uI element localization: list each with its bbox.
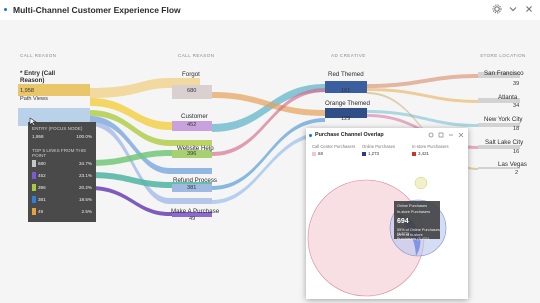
popup-title: Purchase Channel Overlap (315, 132, 384, 138)
legend-call-center: Call Center Purchasers 68 (312, 144, 356, 156)
legend-online: Online Purchases 1,273 (362, 144, 396, 156)
entry-value: 1,958 (20, 88, 34, 94)
legend-value: 3,421 (418, 151, 429, 156)
tooltip-focus-pct: 100.0% (76, 134, 92, 139)
legend-value-row: 68 (312, 151, 323, 156)
ribbon-orange-nyc[interactable] (367, 110, 478, 127)
node-forgot-label[interactable]: Forgot (182, 71, 200, 78)
node-forgot-value: 680 (187, 88, 197, 94)
venn-tip-line2: In-store Purchasers (397, 210, 431, 214)
minimize-icon[interactable] (448, 132, 454, 138)
popup-toolbar (428, 132, 464, 138)
tooltip-link-row: 680 34.7% (32, 160, 94, 168)
legend-label: Call Center Purchasers (312, 144, 356, 149)
entry-tooltip: ENTRY (FOCUS NODE) 1,958 100.0% TOP 5 LI… (28, 122, 96, 222)
venn-tip-value: 694 (397, 218, 409, 225)
tooltip-link-row: 49 2.5% (32, 208, 94, 216)
tooltip-swatch (32, 184, 36, 191)
node-customer-label[interactable]: Customer (181, 113, 208, 120)
venn-circle-callcenter[interactable] (414, 176, 428, 190)
legend-value-row: 3,421 (412, 151, 429, 156)
legend-value-row: 1,273 (362, 151, 379, 156)
node-customer-value: 452 (187, 122, 197, 128)
entry-node-label[interactable]: * Entry (Call Reason) (20, 70, 55, 84)
legend-swatch (362, 151, 366, 156)
tooltip-link-value: 452 (38, 173, 46, 178)
node-slc-label[interactable]: Salt Lake City (485, 139, 523, 146)
tooltip-swatch (32, 172, 36, 179)
tooltip-focus-value: 1,958 (32, 134, 44, 139)
tooltip-link-value: 396 (38, 185, 46, 190)
venn-diagram (307, 176, 447, 297)
node-nyc-label[interactable]: New York City (484, 116, 523, 123)
tooltip-link-pct: 20.2% (78, 185, 92, 190)
legend-instore: In-store Purchasers 3,421 (412, 144, 449, 156)
legend-label: In-store Purchasers (412, 144, 449, 149)
node-orangethemed-value: 129 (341, 116, 351, 122)
venn-popup: Purchase Channel Overlap Call Center Pur… (306, 128, 468, 299)
node-sf-label[interactable]: San Francisco (484, 70, 524, 77)
legend-swatch (312, 151, 316, 156)
venn-tooltip: Online Purchases In-store Purchasers 694… (394, 201, 440, 241)
node-atlanta-value: 34 (513, 103, 520, 109)
entry-sublabel: Path Views (20, 96, 48, 102)
ribbon-red-sf[interactable] (367, 74, 478, 88)
node-purchase-value: 49 (189, 216, 196, 222)
close-icon[interactable] (458, 132, 464, 138)
node-websitehelp-value: 396 (187, 151, 197, 157)
venn-tip-line1: Online Purchases (397, 204, 427, 208)
tooltip-link-row: 452 23.1% (32, 172, 94, 180)
tooltip-section-title: TOP 5 LINKS FROM THIS POINT (32, 148, 87, 158)
node-vegas-value: 2 (515, 170, 519, 176)
node-refund-value: 381 (187, 185, 197, 191)
tooltip-link-row: 396 20.2% (32, 184, 94, 192)
tooltip-link-pct: 19.5% (78, 197, 92, 202)
legend-swatch (412, 151, 416, 156)
node-refund-label[interactable]: Refund Process (173, 177, 217, 184)
tooltip-link-pct: 2.5% (81, 209, 92, 214)
gear-icon[interactable] (428, 132, 434, 138)
node-redthemed-label[interactable]: Red Themed (328, 71, 364, 78)
node-vegas-label[interactable]: Las Vegas (498, 161, 527, 168)
tooltip-link-value: 381 (38, 197, 46, 202)
tooltip-link-value: 680 (38, 161, 46, 166)
node-slc-value: 16 (513, 149, 520, 155)
node-sf-value: 39 (513, 81, 520, 87)
tooltip-swatch (32, 160, 36, 167)
legend-value: 68 (318, 151, 323, 156)
legend-label: Online Purchases (362, 144, 396, 149)
node-orangethemed-label[interactable]: Orange Themed (325, 100, 370, 107)
tooltip-link-value: 49 (38, 209, 44, 214)
tooltip-header: ENTRY (FOCUS NODE) (32, 126, 83, 131)
entry-label-line1: * Entry (Call (20, 70, 56, 77)
tooltip-swatch (32, 196, 36, 203)
tooltip-link-pct: 23.1% (78, 173, 92, 178)
node-redthemed-value: 161 (341, 88, 351, 94)
cursor-icon (29, 117, 37, 127)
popup-status-dot (309, 134, 312, 137)
tooltip-link-row: 381 19.5% (32, 196, 94, 204)
expand-icon[interactable] (438, 132, 444, 138)
legend-value: 1,273 (368, 151, 379, 156)
tooltip-link-pct: 34.7% (78, 161, 92, 166)
entry-label-line2: Reason) (20, 77, 45, 84)
node-nyc-value: 18 (513, 126, 520, 132)
venn-tip-line4: 19% of In-store Purchasers (3,421) (397, 233, 430, 241)
ribbon-forgot-orange[interactable] (212, 92, 325, 116)
tooltip-swatch (32, 208, 36, 215)
node-purchase-label[interactable]: Make A Purchase (171, 208, 219, 215)
node-atlanta-label[interactable]: Atlanta (498, 94, 517, 101)
